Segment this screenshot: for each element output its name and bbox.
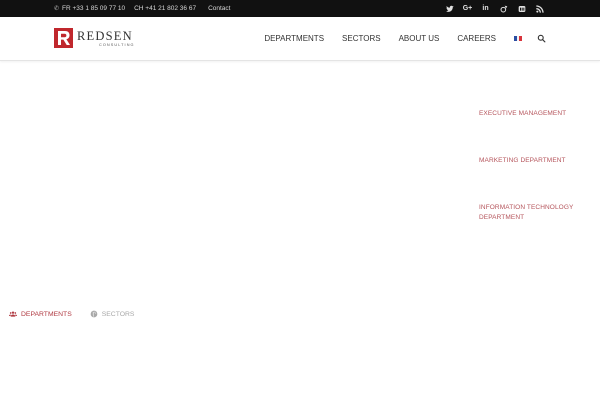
phone-fr[interactable]: FR +33 1 85 09 77 10 [62,5,125,12]
users-icon [9,311,17,317]
brand-tagline: CONSULTING [99,42,135,47]
brand-name: REDSEN [77,28,133,43]
linkedin-icon[interactable]: in [481,4,490,13]
main-nav: DEPARTMENTS SECTORS ABOUT US CAREERS [264,17,546,60]
twitter-icon[interactable] [445,4,454,13]
nav-careers[interactable]: CAREERS [457,34,496,43]
logo-mark-icon [54,28,73,48]
tab-sectors[interactable]: SECTORS [90,310,135,318]
link-executive-management[interactable]: EXECUTIVE MANAGEMENT [479,109,579,119]
top-bar: ✆ FR +33 1 85 09 77 10 CH +41 21 802 36 … [0,0,600,17]
content-tabs: DEPARTMENTS SECTORS [9,310,134,318]
viadeo-icon[interactable] [499,4,508,13]
tab-sectors-label: SECTORS [101,310,135,318]
tab-departments-label: DEPARTMENTS [21,310,72,318]
nav-departments[interactable]: DEPARTMENTS [264,34,324,43]
rss-icon[interactable] [535,4,544,13]
nav-about-us[interactable]: ABOUT US [399,34,440,43]
brand-logo[interactable]: REDSEN CONSULTING [54,28,135,48]
contact-info: ✆ FR +33 1 85 09 77 10 CH +41 21 802 36 … [54,0,230,17]
search-icon[interactable] [537,34,546,43]
link-marketing-department[interactable]: MARKETING DEPARTMENT [479,156,579,166]
contact-link[interactable]: Contact [208,5,230,12]
link-it-line1: INFORMATION TECHNOLOGY [479,204,574,211]
phone-ch[interactable]: CH +41 21 802 36 67 [134,5,196,12]
google-plus-icon[interactable]: G+ [463,4,473,13]
meetup-icon[interactable] [517,4,526,13]
link-it-line2: DEPARTMENT [479,214,525,221]
tab-departments[interactable]: DEPARTMENTS [9,310,72,318]
nav-sectors[interactable]: SECTORS [342,34,381,43]
main-header: REDSEN CONSULTING DEPARTMENTS SECTORS AB… [0,17,600,61]
logo-text: REDSEN CONSULTING [77,28,135,47]
social-links: G+ in [445,0,544,17]
globe-icon [90,310,98,318]
french-flag-icon[interactable] [514,36,523,41]
link-information-technology-department[interactable]: INFORMATION TECHNOLOGY DEPARTMENT [479,203,579,223]
phone-icon: ✆ [54,6,60,12]
